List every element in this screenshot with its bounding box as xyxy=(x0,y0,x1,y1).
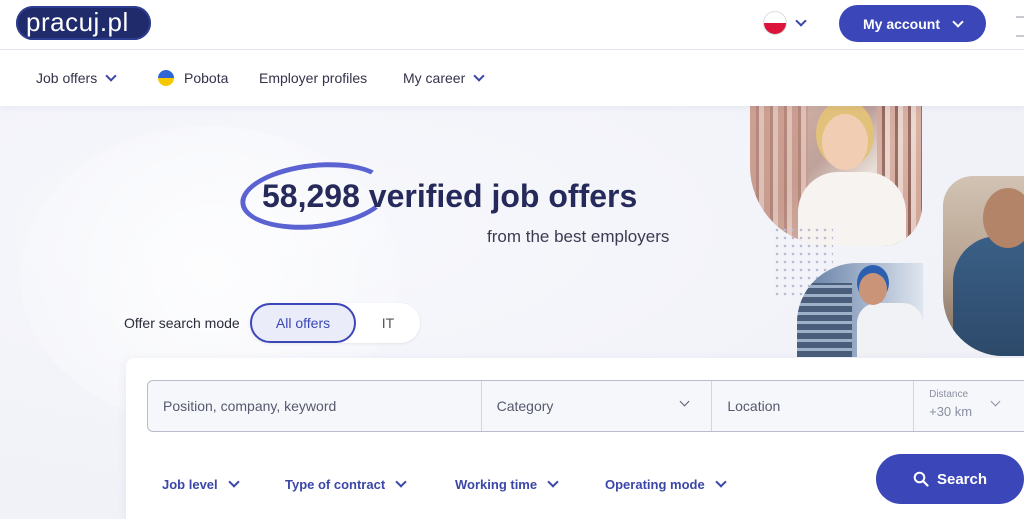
category-placeholder: Category xyxy=(496,398,554,414)
headline-text: verified job offers xyxy=(368,178,638,214)
main-nav: Job offers Pobota Employer profiles My c… xyxy=(0,50,1024,106)
filter-job-level[interactable]: Job level xyxy=(162,474,240,494)
language-selector[interactable] xyxy=(763,10,807,36)
person-face xyxy=(822,114,868,170)
hero-photo-woman xyxy=(750,106,922,246)
hero-photo-man xyxy=(943,176,1024,356)
nav-item-label: Job offers xyxy=(36,70,98,86)
chevron-down-icon xyxy=(105,70,117,82)
search-mode-toggle: All offers IT xyxy=(250,303,420,343)
chevron-down-icon xyxy=(547,476,559,488)
person-body xyxy=(857,303,923,357)
chevron-down-icon xyxy=(473,70,485,82)
top-bar: pracuj.pl My account xyxy=(0,0,1024,50)
chevron-down-icon xyxy=(952,15,964,28)
offer-count: 58,298 xyxy=(262,178,360,214)
divider xyxy=(1016,35,1024,37)
chevron-down-icon xyxy=(227,476,240,488)
mode-all-offers[interactable]: All offers xyxy=(250,303,356,343)
my-account-button[interactable]: My account xyxy=(839,5,986,42)
distance-label: Distance xyxy=(929,389,969,400)
filter-contract-type[interactable]: Type of contract xyxy=(285,474,407,494)
filter-label: Working time xyxy=(455,476,538,492)
distance-select[interactable]: Distance +30 km xyxy=(914,381,1024,431)
chevron-down-icon xyxy=(679,396,690,407)
pracuj-logo[interactable]: pracuj.pl xyxy=(16,6,151,40)
hero-section: 58,298 verified job offers from the best… xyxy=(0,106,1024,519)
search-button[interactable]: Search xyxy=(876,454,1024,504)
mode-it[interactable]: IT xyxy=(356,303,420,343)
category-select[interactable]: Category xyxy=(482,381,713,431)
hero-subheadline: from the best employers xyxy=(487,227,670,246)
search-button-label: Search xyxy=(936,470,988,488)
nav-job-offers[interactable]: Job offers xyxy=(36,68,117,88)
divider xyxy=(1016,16,1024,18)
ukraine-flag-icon xyxy=(158,70,174,86)
person-body xyxy=(953,236,1024,356)
filter-label: Operating mode xyxy=(605,476,705,492)
nav-employer-profiles[interactable]: Employer profiles xyxy=(259,68,367,88)
filter-label: Type of contract xyxy=(285,476,386,492)
filter-label: Job level xyxy=(162,476,218,492)
chevron-down-icon xyxy=(795,15,807,27)
nav-pobota[interactable]: Pobota xyxy=(158,68,228,88)
filter-working-time[interactable]: Working time xyxy=(455,474,559,494)
search-fields: Position, company, keyword Category Loca… xyxy=(147,380,1024,432)
person-face xyxy=(859,273,887,305)
electrical-panel xyxy=(797,283,852,357)
location-input[interactable]: Location xyxy=(712,381,915,431)
chevron-down-icon xyxy=(715,476,727,488)
search-panel: Position, company, keyword Category Loca… xyxy=(126,358,1024,519)
search-mode-label: Offer search mode xyxy=(124,315,240,331)
hero-headline: 58,298 verified job offers xyxy=(262,178,637,215)
my-account-label: My account xyxy=(862,15,940,32)
position-placeholder: Position, company, keyword xyxy=(163,398,337,414)
chevron-down-icon xyxy=(395,476,407,488)
poland-flag-icon xyxy=(763,11,787,35)
nav-item-label: My career xyxy=(403,70,466,86)
nav-item-label: Pobota xyxy=(184,70,229,86)
position-input[interactable]: Position, company, keyword xyxy=(148,381,482,431)
nav-item-label: Employer profiles xyxy=(259,70,368,86)
nav-my-career[interactable]: My career xyxy=(403,68,485,88)
distance-value: +30 km xyxy=(929,404,973,419)
location-placeholder: Location xyxy=(727,398,781,414)
search-icon xyxy=(913,471,929,487)
filter-operating-mode[interactable]: Operating mode xyxy=(605,474,727,494)
